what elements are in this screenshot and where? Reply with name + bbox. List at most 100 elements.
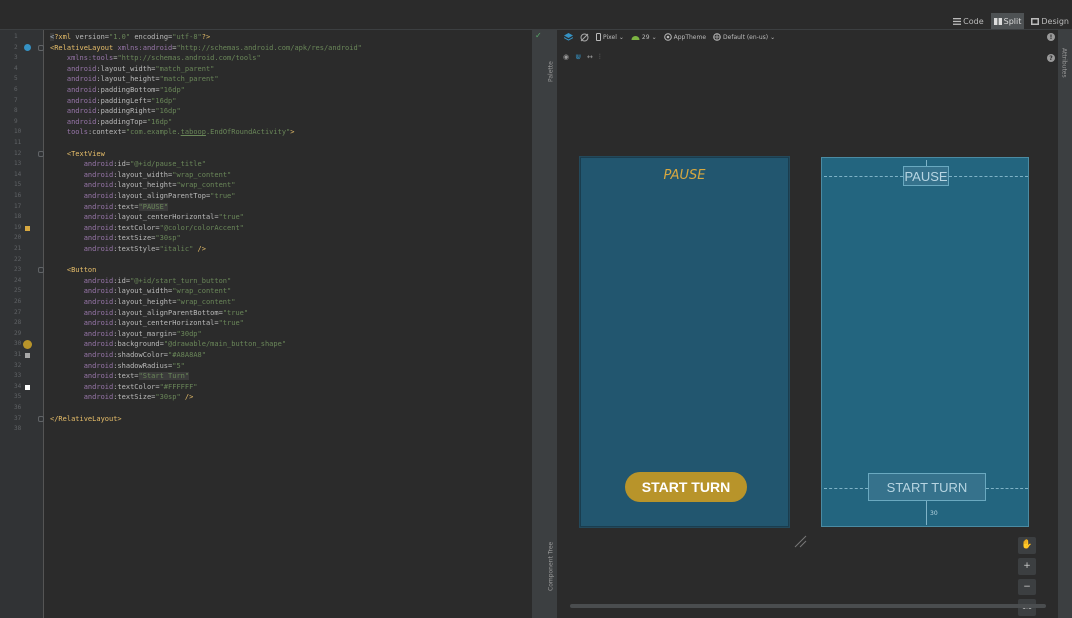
code-line[interactable]: android:layout_height="wrap_content": [44, 297, 531, 308]
code-line[interactable]: android:text="PAUSE": [44, 202, 531, 213]
code-mode-button[interactable]: Code: [950, 13, 986, 29]
code-line[interactable]: android:text="Start Turn": [44, 371, 531, 382]
line-number: 21: [14, 245, 22, 252]
component-tree-tab[interactable]: Component Tree: [545, 530, 557, 602]
layers-icon: [564, 32, 573, 41]
code-line[interactable]: android:layout_height="match_parent": [44, 74, 531, 85]
locale-selector[interactable]: Default (en-us) ⌄: [713, 33, 775, 41]
code-line[interactable]: android:layout_centerHorizontal="true": [44, 318, 531, 329]
split-divider[interactable]: ✓: [531, 30, 545, 618]
code-line[interactable]: android:textColor="@color/colorAccent": [44, 223, 531, 234]
drawable-preview-icon[interactable]: [23, 340, 32, 350]
code-line[interactable]: android:layout_height="wrap_content": [44, 180, 531, 191]
layout-badge-icon[interactable]: [24, 44, 31, 52]
api-level-selector[interactable]: 29 ⌄: [631, 34, 657, 41]
baseline-icon[interactable]: ⫶: [599, 53, 601, 62]
code-line[interactable]: <Button: [44, 265, 531, 276]
color-swatch-icon[interactable]: [25, 353, 30, 358]
code-line[interactable]: android:textSize="30sp": [44, 233, 531, 244]
start-turn-button-preview[interactable]: START TURN: [625, 472, 747, 502]
design-preview[interactable]: PAUSE START TURN: [580, 157, 789, 527]
code-token: <RelativeLayout: [50, 43, 118, 52]
palette-tab[interactable]: Palette: [545, 52, 557, 92]
color-swatch-icon[interactable]: [25, 225, 30, 231]
code-line[interactable]: android:layout_width="wrap_content": [44, 170, 531, 181]
code-line[interactable]: android:shadowRadius="5": [44, 361, 531, 372]
code-token: :layout_width=: [113, 287, 173, 296]
pause-title-blueprint[interactable]: PAUSE: [903, 166, 949, 186]
code-token: "#A8A8A8": [168, 351, 206, 359]
line-number: 34: [14, 382, 22, 390]
code-line[interactable]: xmlns:tools="http://schemas.android.com/…: [44, 53, 531, 64]
zoom-in-button[interactable]: +: [1018, 557, 1036, 575]
code-token: :id=: [113, 160, 131, 169]
code-line[interactable]: android:id="@+id/pause_title": [44, 159, 531, 170]
code-line[interactable]: android:id="@+id/start_turn_button": [44, 276, 531, 287]
design-canvas[interactable]: PAUSE START TURN PAUSE START TURN 30 ✋ +…: [557, 64, 1052, 617]
code-line-text: android:textSize="30sp" />: [44, 393, 194, 401]
magnet-icon[interactable]: ⋓: [575, 53, 581, 61]
view-mode-switch: Code Split Design: [950, 12, 1072, 30]
code-line[interactable]: android:layout_alignParentTop="true": [44, 191, 531, 202]
code-line[interactable]: android:layout_margin="30dp": [44, 329, 531, 340]
code-line[interactable]: android:paddingTop="16dp": [44, 117, 531, 128]
code-line[interactable]: android:paddingRight="16dp": [44, 106, 531, 117]
code-line[interactable]: android:textStyle="italic" />: [44, 244, 531, 255]
right-spring-button: [986, 488, 1028, 492]
design-surface-button[interactable]: [564, 32, 573, 42]
design-mode-button[interactable]: Design: [1028, 13, 1072, 29]
code-line[interactable]: <?xml version="1.0" encoding="utf-8"?>: [44, 32, 531, 43]
device-selector[interactable]: Pixel ⌄: [596, 33, 624, 41]
code-token: "com.example.: [125, 128, 181, 137]
code-area[interactable]: <?xml version="1.0" encoding="utf-8"?> <R…: [44, 30, 531, 618]
color-swatch-icon[interactable]: [25, 384, 30, 390]
blueprint-preview[interactable]: PAUSE START TURN 30: [821, 157, 1029, 527]
margin-icon[interactable]: ↔: [587, 53, 593, 61]
code-line-text: <?xml version="1.0" encoding="utf-8"?>: [44, 33, 210, 41]
start-turn-button-blueprint[interactable]: START TURN: [868, 473, 986, 501]
code-line[interactable]: tools:context="com.example.taboop.EndOfR…: [44, 127, 531, 138]
zoom-out-button[interactable]: −: [1018, 578, 1036, 596]
line-number: 25: [14, 287, 22, 295]
code-line[interactable]: android:paddingBottom="16dp": [44, 85, 531, 96]
code-token: :textSize=: [113, 234, 156, 243]
eye-icon[interactable]: ◉: [563, 53, 569, 61]
code-line[interactable]: <RelativeLayout xmlns:android="http://sc…: [44, 43, 531, 54]
code-line[interactable]: android:paddingLeft="16dp": [44, 96, 531, 107]
code-token: "@drawable/main_button_shape": [163, 340, 287, 349]
code-token: android: [83, 351, 114, 359]
code-line[interactable]: [44, 403, 531, 414]
theme-selector[interactable]: AppTheme: [663, 33, 706, 41]
xml-code-editor[interactable]: 1 2 3 4 5 6 7 8 9 10 11 12 13 14 15 16 17 18 19 20 21 22 23 24 2…: [0, 30, 531, 618]
warning-icon[interactable]: !: [1047, 33, 1055, 41]
code-line[interactable]: android:layout_width="match_parent": [44, 64, 531, 75]
code-token: android: [83, 382, 114, 391]
code-line-text: android:paddingLeft="16dp": [44, 97, 177, 105]
help-icon[interactable]: ?: [1047, 54, 1055, 62]
orientation-button[interactable]: [580, 33, 589, 42]
code-line[interactable]: android:shadowColor="#A8A8A8": [44, 350, 531, 361]
code-line[interactable]: android:layout_alignParentBottom="true": [44, 308, 531, 319]
code-line[interactable]: <TextView: [44, 149, 531, 160]
resize-handle-icon[interactable]: [793, 534, 807, 548]
code-token: "http://schemas.android.com/tools": [117, 54, 261, 63]
pause-title-preview[interactable]: PAUSE: [581, 168, 788, 183]
code-line[interactable]: android:textColor="#FFFFFF": [44, 382, 531, 393]
code-line[interactable]: android:textSize="30sp" />: [44, 392, 531, 403]
code-line[interactable]: [44, 255, 531, 266]
code-token: "@+id/start_turn_button": [130, 276, 232, 285]
horizontal-scrollbar[interactable]: [570, 604, 1046, 608]
attributes-tab[interactable]: Attributes: [1058, 34, 1070, 92]
code-line-text: android:shadowRadius="5": [44, 362, 185, 370]
code-line[interactable]: [44, 138, 531, 149]
code-line[interactable]: android:layout_centerHorizontal="true": [44, 212, 531, 223]
line-number: 17: [14, 202, 22, 210]
code-line[interactable]: android:layout_width="wrap_content": [44, 286, 531, 297]
split-mode-button[interactable]: Split: [990, 13, 1025, 29]
code-line[interactable]: android:background="@drawable/main_butto…: [44, 339, 531, 350]
code-line[interactable]: [44, 424, 531, 435]
code-line[interactable]: </RelativeLayout>: [44, 414, 531, 425]
pan-hand-icon[interactable]: ✋: [1018, 537, 1036, 554]
